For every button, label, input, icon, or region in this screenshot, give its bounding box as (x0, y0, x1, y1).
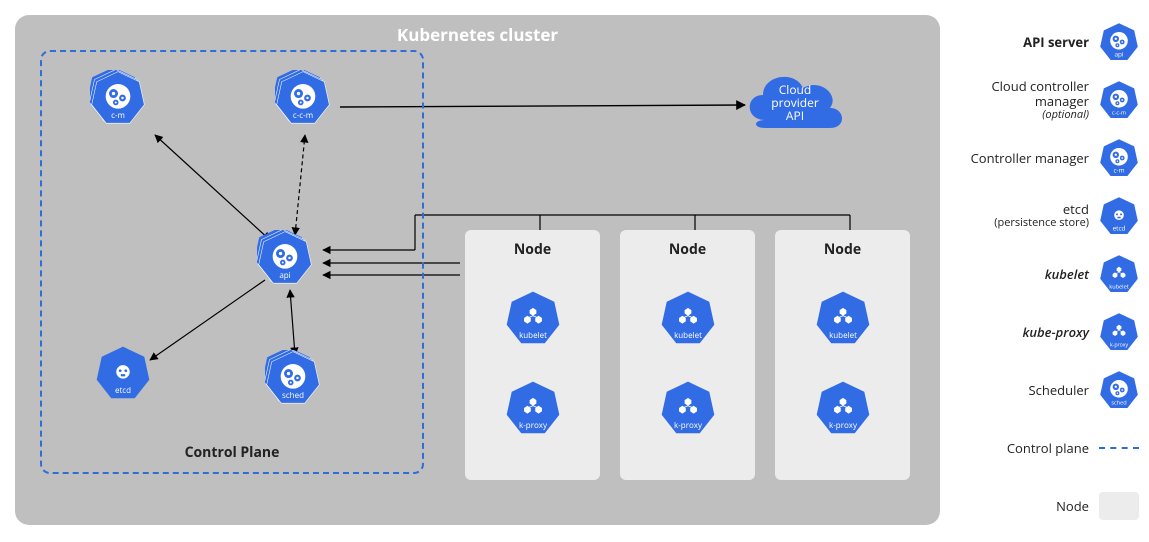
svg-text:etcd: etcd (1113, 223, 1126, 232)
kube-proxy-label: k-proxy (519, 420, 547, 431)
node-box-1: Node kubelet k-proxy (465, 230, 600, 480)
scheduler-icon: sched (265, 350, 321, 406)
etcd-icon: etcd (1099, 196, 1139, 236)
kubelet-icon: kubelet (505, 290, 561, 346)
legend-etcd: etcd (persistence store) etcd (954, 194, 1139, 238)
legend-control-plane-label: Control plane (954, 441, 1089, 456)
kubelet-icon: kubelet (815, 290, 871, 346)
control-plane-swatch (1099, 447, 1139, 449)
kubelet-label: kubelet (829, 330, 857, 341)
legend: API server api Cloud controller manager … (954, 20, 1139, 542)
legend-ccm: Cloud controller manager (optional) c-c-… (954, 78, 1139, 122)
node-title: Node (775, 240, 910, 259)
cluster-panel: Kubernetes cluster Control Plane (15, 15, 940, 525)
api-server-icon: api (257, 230, 313, 286)
legend-api: API server api (954, 20, 1139, 64)
api-server-label: api (279, 270, 290, 281)
svg-text:k-proxy: k-proxy (1110, 340, 1129, 348)
cloud-controller-manager-label: c-c-m (293, 110, 313, 121)
node-swatch (1099, 492, 1139, 520)
cloud-provider-api: Cloud provider API (735, 60, 855, 140)
kubelet-label: kubelet (674, 330, 702, 341)
legend-sched: Scheduler sched (954, 368, 1139, 412)
kube-proxy-icon: k-proxy (660, 380, 716, 436)
node-box-2: Node kubelet k-proxy (620, 230, 755, 480)
legend-node-label: Node (954, 499, 1089, 514)
svg-text:api: api (1114, 49, 1123, 58)
kube-proxy-label: k-proxy (829, 420, 857, 431)
legend-etcd-label: etcd (persistence store) (954, 202, 1089, 230)
svg-text:c-c-m: c-c-m (1112, 108, 1126, 116)
kube-proxy-icon: k-proxy (505, 380, 561, 436)
legend-kproxy-label: kube-proxy (954, 325, 1089, 340)
etcd-label: etcd (115, 385, 131, 396)
svg-text:kubelet: kubelet (1109, 282, 1128, 290)
legend-node: Node (954, 484, 1139, 528)
kube-proxy-icon: k-proxy (1099, 312, 1139, 352)
scheduler-icon: sched (1099, 370, 1139, 410)
kube-proxy-icon: k-proxy (815, 380, 871, 436)
svg-text:c-m: c-m (1113, 165, 1124, 174)
legend-kubelet-label: kubelet (954, 267, 1089, 282)
legend-cm-label: Controller manager (954, 151, 1089, 166)
svg-text:sched: sched (1111, 398, 1126, 406)
etcd-icon: etcd (95, 345, 151, 401)
node-box-3: Node kubelet k-proxy (775, 230, 910, 480)
controller-manager-icon: c-m (1099, 138, 1139, 178)
cluster-title: Kubernetes cluster (15, 23, 940, 46)
scheduler-label: sched (282, 390, 304, 401)
legend-control-plane: Control plane (954, 426, 1139, 470)
cloud-line3: API (786, 107, 804, 124)
controller-manager-icon: c-m (90, 70, 146, 126)
kube-proxy-label: k-proxy (674, 420, 702, 431)
legend-api-label: API server (954, 35, 1089, 50)
control-plane-label: Control Plane (42, 443, 422, 462)
node-title: Node (465, 240, 600, 259)
legend-cm: Controller manager c-m (954, 136, 1139, 180)
legend-kproxy: kube-proxy k-proxy (954, 310, 1139, 354)
legend-kubelet: kubelet kubelet (954, 252, 1139, 296)
legend-ccm-label: Cloud controller manager (optional) (954, 79, 1089, 122)
cloud-controller-manager-icon: c-c-m (1099, 80, 1139, 120)
legend-sched-label: Scheduler (954, 383, 1089, 398)
kubelet-icon: kubelet (1099, 254, 1139, 294)
api-server-icon: api (1099, 22, 1139, 62)
cloud-controller-manager-icon: c-c-m (275, 70, 331, 126)
controller-manager-label: c-m (111, 110, 125, 121)
kubelet-label: kubelet (519, 330, 547, 341)
node-title: Node (620, 240, 755, 259)
kubelet-icon: kubelet (660, 290, 716, 346)
